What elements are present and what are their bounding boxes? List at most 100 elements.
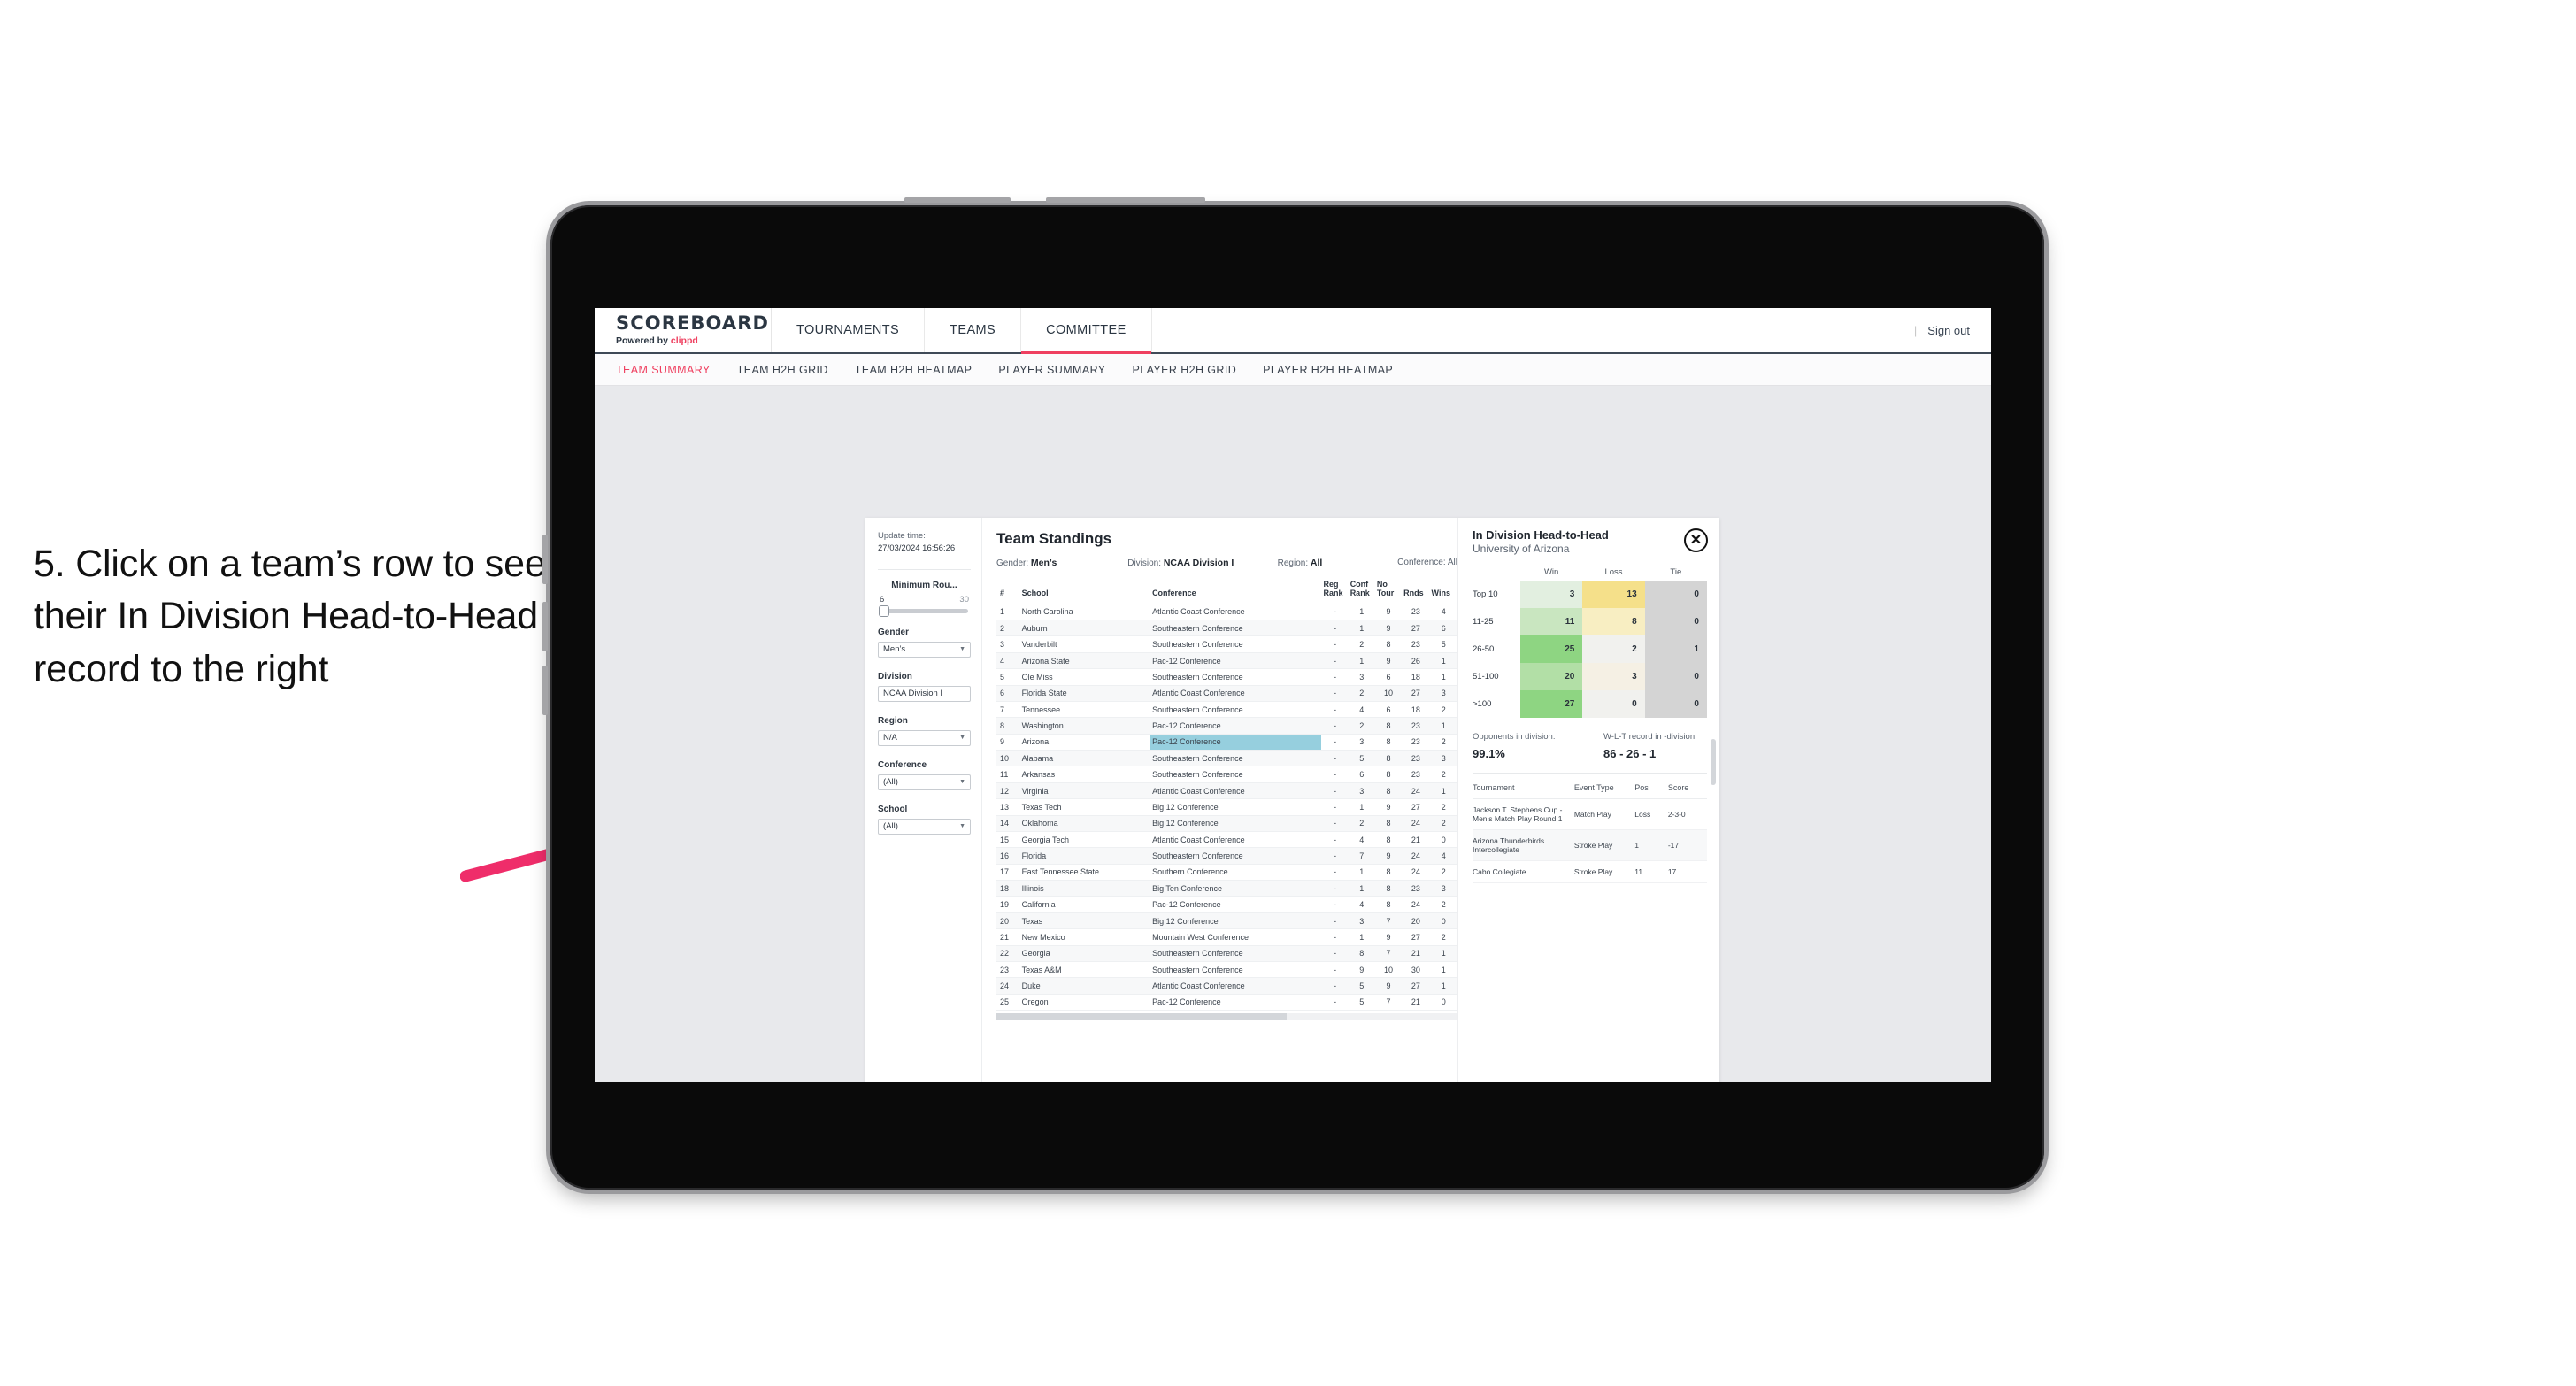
- table-row[interactable]: 3 Vanderbilt Southeastern Conference -2 8 23 5: [996, 635, 1457, 653]
- cell-rnds: 23: [1402, 880, 1430, 897]
- col-event-type: Event Type: [1573, 777, 1635, 799]
- table-row[interactable]: 15 Georgia Tech Atlantic Coast Conference -…: [996, 831, 1457, 849]
- filter-summary-region-label: Region:: [1277, 558, 1309, 568]
- cell-conf-rank: 6: [1348, 766, 1375, 783]
- brand-tagline-mark: clippd: [670, 335, 698, 346]
- cell-rank: 1: [996, 604, 1020, 621]
- cell-school: Arkansas: [1019, 766, 1151, 783]
- cell-wins: 1: [1429, 977, 1457, 995]
- cell-reg-rank: -: [1321, 815, 1349, 832]
- table-row[interactable]: 12 Virginia Atlantic Coast Conference -3 8 24…: [996, 782, 1457, 800]
- gender-value: Men’s: [883, 644, 906, 655]
- power-button: [904, 197, 1011, 203]
- table-row[interactable]: 17 East Tennessee State Southern Conferenc…: [996, 864, 1457, 882]
- tab-team-h2h-heatmap[interactable]: TEAM H2H HEATMAP: [855, 364, 973, 376]
- list-item[interactable]: Cabo Collegiate Stroke Play 11 17: [1473, 860, 1707, 883]
- cell-rank: 25: [996, 994, 1020, 1012]
- conference-select[interactable]: (All) ▼: [878, 774, 971, 790]
- cell-conf-rank: 4: [1348, 701, 1375, 719]
- minimum-rounds-slider[interactable]: [879, 604, 968, 617]
- cell-wins: 2: [1429, 734, 1457, 751]
- cell-rnds: 27: [1402, 928, 1430, 946]
- table-row[interactable]: 2 Auburn Southeastern Conference -1 9 27 6: [996, 620, 1457, 637]
- table-row[interactable]: 8 Washington Pac-12 Conference -2 8 23 1: [996, 717, 1457, 735]
- tab-player-h2h-heatmap[interactable]: PLAYER H2H HEATMAP: [1263, 364, 1393, 376]
- cell-rank: 14: [996, 815, 1020, 832]
- tablet-device: SCOREBOARD Powered by clippd TOURNAMENTS…: [542, 197, 2044, 1190]
- table-row[interactable]: 20 Texas Big 12 Conference -3 7 20 0: [996, 912, 1457, 930]
- col-wins: Wins: [1429, 576, 1457, 604]
- nav-teams[interactable]: TEAMS: [925, 308, 1022, 352]
- list-item[interactable]: Arizona Thunderbirds Intercollegiate Stro…: [1473, 829, 1707, 861]
- instruction-caption: 5. Click on a team’s row to see their In…: [34, 543, 546, 690]
- minimum-rounds-min: 6: [880, 594, 885, 604]
- cell-rank: 15: [996, 831, 1020, 849]
- filter-minimum-rounds: Minimum Rou... 6 30: [878, 581, 971, 617]
- division-select[interactable]: NCAA Division I: [878, 685, 971, 702]
- cell-pos: 11: [1634, 860, 1668, 883]
- update-time-value: 27/03/2024 16:56:26: [878, 543, 956, 553]
- table-row[interactable]: 18 Illinois Big Ten Conference -1 8 23 3: [996, 880, 1457, 897]
- cell-conf-rank: 9: [1348, 961, 1375, 979]
- tab-player-h2h-grid[interactable]: PLAYER H2H GRID: [1133, 364, 1237, 376]
- brand-logo[interactable]: SCOREBOARD Powered by clippd: [595, 308, 772, 352]
- table-row[interactable]: 10 Alabama Southeastern Conference -5 8 23 3: [996, 750, 1457, 767]
- school-select[interactable]: (All) ▼: [878, 818, 971, 835]
- table-row[interactable]: 13 Texas Tech Big 12 Conference -1 9 27 2: [996, 798, 1457, 816]
- table-row[interactable]: 21 New Mexico Mountain West Conference -1 9 2…: [996, 928, 1457, 946]
- cell-no-tour: 8: [1374, 717, 1403, 735]
- cell-conf-rank: 1: [1348, 652, 1375, 670]
- cell-no-tour: 6: [1374, 668, 1403, 686]
- h2h-col-tie: Tie: [1670, 567, 1682, 577]
- table-row[interactable]: 16 Florida Southeastern Conference -7 9 24 4: [996, 847, 1457, 865]
- table-row[interactable]: 9 Arizona Pac-12 Conference -3 8 23 2: [996, 734, 1457, 751]
- table-row[interactable]: 4 Arizona State Pac-12 Conference -1 9 26 1: [996, 652, 1457, 670]
- cell-wins: 1: [1429, 961, 1457, 979]
- nav-tournaments[interactable]: TOURNAMENTS: [772, 308, 926, 352]
- table-row[interactable]: 24 Duke Atlantic Coast Conference -5 9 27 1: [996, 977, 1457, 995]
- slider-handle[interactable]: [879, 604, 889, 617]
- cell-rnds: 26: [1402, 652, 1430, 670]
- cell-no-tour: 8: [1374, 896, 1403, 913]
- brand-tagline-prefix: Powered by: [616, 335, 671, 346]
- cell-rnds: 21: [1402, 945, 1430, 962]
- h2h-matrix-row: 11-25 11 8 0: [1473, 608, 1707, 635]
- close-icon[interactable]: ✕: [1684, 528, 1708, 552]
- table-row[interactable]: 14 Oklahoma Big 12 Conference -2 8 24 2: [996, 815, 1457, 832]
- tab-player-summary[interactable]: PLAYER SUMMARY: [998, 364, 1105, 376]
- cell-event-type: Stroke Play: [1573, 860, 1635, 883]
- cell-conf-rank: 3: [1348, 668, 1375, 686]
- filter-summary-division: Division: NCAA Division I: [1127, 558, 1277, 568]
- table-row[interactable]: 5 Ole Miss Southeastern Conference -3 6 18 1: [996, 668, 1457, 686]
- region-select[interactable]: N/A ▼: [878, 729, 971, 746]
- tab-team-summary[interactable]: TEAM SUMMARY: [616, 364, 711, 376]
- cell-no-tour: 7: [1374, 912, 1403, 930]
- h2h-vertical-scrollbar[interactable]: [1711, 739, 1716, 785]
- cell-pos: Loss: [1634, 798, 1668, 830]
- gender-select[interactable]: Men’s ▼: [878, 641, 971, 658]
- table-horizontal-scrollbar[interactable]: [996, 1013, 1457, 1020]
- sign-out-link[interactable]: Sign out: [1927, 324, 1970, 337]
- table-row[interactable]: 25 Oregon Pac-12 Conference -5 7 21 0: [996, 994, 1457, 1012]
- nav-committee[interactable]: COMMITTEE: [1021, 308, 1152, 354]
- tab-team-h2h-grid[interactable]: TEAM H2H GRID: [737, 364, 828, 376]
- table-row[interactable]: 11 Arkansas Southeastern Conference -6 8 23 2: [996, 766, 1457, 783]
- table-row[interactable]: 6 Florida State Atlantic Coast Conference -…: [996, 685, 1457, 702]
- cell-reg-rank: -: [1321, 961, 1349, 979]
- h2h-matrix-row: Top 10 3 13 0: [1473, 581, 1707, 608]
- cell-no-tour: 9: [1374, 977, 1403, 995]
- col-score: Score: [1667, 777, 1707, 799]
- top-navigation-bar: SCOREBOARD Powered by clippd TOURNAMENTS…: [595, 308, 1991, 354]
- table-row[interactable]: 7 Tennessee Southeastern Conference -4 6 18 2: [996, 701, 1457, 719]
- table-row[interactable]: 19 California Pac-12 Conference -4 8 24 2: [996, 896, 1457, 913]
- cell-reg-rank: -: [1321, 668, 1349, 686]
- cell-rank: 5: [996, 668, 1020, 686]
- table-row[interactable]: 1 North Carolina Atlantic Coast Conference…: [996, 604, 1457, 621]
- h2h-matrix-row: 26-50 25 2 1: [1473, 635, 1707, 663]
- table-row[interactable]: 22 Georgia Southeastern Conference -8 7 21 1: [996, 945, 1457, 962]
- scrollbar-thumb[interactable]: [996, 1013, 1288, 1020]
- cell-conference: Southeastern Conference: [1150, 847, 1322, 865]
- list-item[interactable]: Jackson T. Stephens Cup - Men’s Match Pl…: [1473, 798, 1707, 830]
- table-row[interactable]: 23 Texas A&M Southeastern Conference -9 10 30…: [996, 961, 1457, 979]
- division-label: Division: [878, 671, 912, 681]
